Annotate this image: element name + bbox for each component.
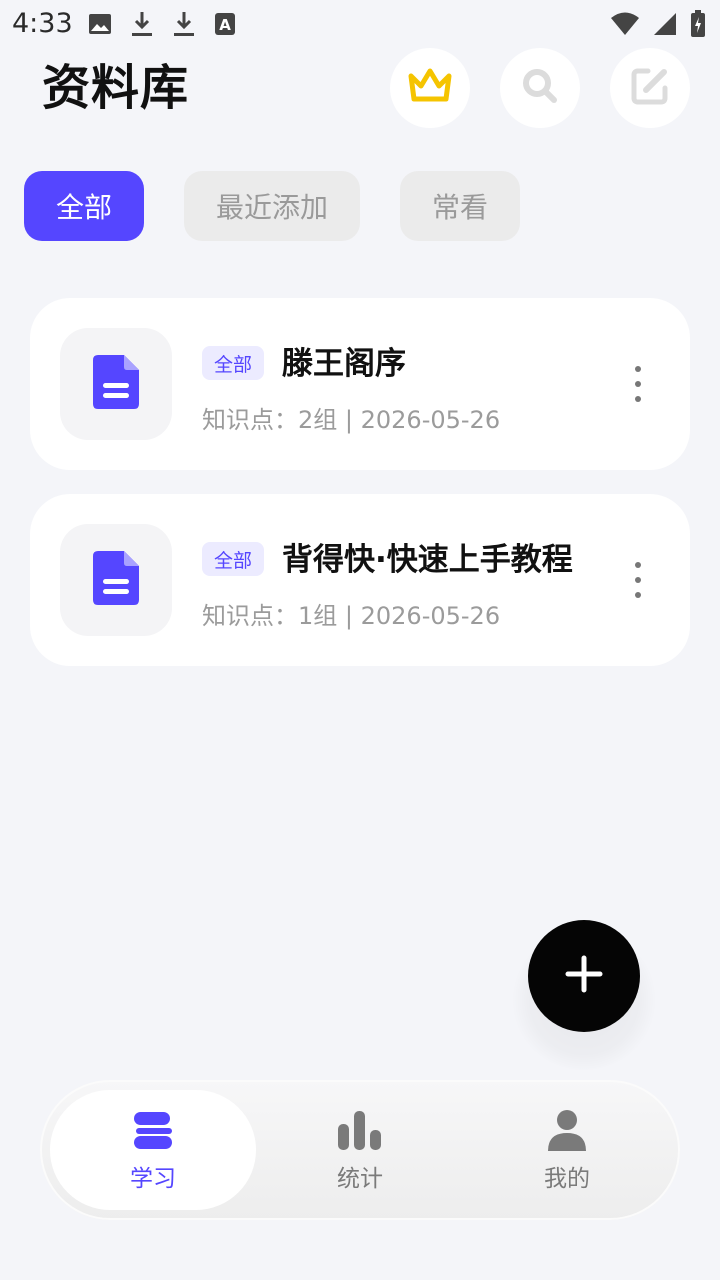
more-options-icon[interactable]	[634, 366, 642, 402]
search-icon	[520, 66, 560, 110]
plus-icon	[565, 955, 603, 997]
download-icon	[130, 10, 154, 42]
filter-frequent[interactable]: 常看	[400, 171, 520, 241]
tab-stats[interactable]: 统计	[257, 1090, 463, 1210]
document-title: 背得快·快速上手教程	[282, 542, 573, 578]
document-thumbnail	[60, 328, 172, 440]
document-icon	[93, 355, 139, 413]
crown-icon	[407, 66, 453, 110]
filter-recent[interactable]: 最近添加	[184, 171, 360, 241]
document-meta: 知识点：2组 | 2026-05-26	[202, 406, 501, 434]
more-options-icon[interactable]	[634, 562, 642, 598]
edit-icon	[630, 66, 670, 110]
tab-label: 统计	[337, 1166, 383, 1192]
download-icon	[172, 10, 196, 42]
add-button[interactable]	[528, 920, 640, 1032]
document-title: 滕王阁序	[282, 346, 406, 382]
filter-all[interactable]: 全部	[24, 171, 144, 241]
svg-text:A: A	[219, 16, 231, 34]
tab-label: 学习	[130, 1166, 176, 1192]
tab-label: 我的	[544, 1166, 590, 1192]
category-tag: 全部	[202, 346, 265, 380]
study-icon	[132, 1107, 174, 1153]
search-button[interactable]	[500, 48, 580, 128]
wifi-icon	[610, 11, 640, 41]
vip-button[interactable]	[390, 48, 470, 128]
status-time: 4:33	[12, 8, 73, 39]
battery-icon	[690, 10, 706, 42]
signal-icon	[652, 11, 678, 41]
document-thumbnail	[60, 524, 172, 636]
document-icon	[93, 551, 139, 609]
bar-chart-icon	[337, 1107, 383, 1153]
a-badge-icon: A	[214, 12, 236, 40]
bottom-tab-bar: 学习 统计 我的	[40, 1080, 680, 1220]
edit-button[interactable]	[610, 48, 690, 128]
status-bar: 4:33 A	[0, 0, 720, 48]
tab-study[interactable]: 学习	[50, 1090, 256, 1210]
image-icon	[88, 12, 112, 40]
document-card[interactable]: 全部 背得快·快速上手教程 知识点：1组 | 2026-05-26	[30, 494, 690, 666]
page-title: 资料库	[42, 60, 190, 116]
tab-profile[interactable]: 我的	[464, 1090, 670, 1210]
user-icon	[547, 1107, 587, 1153]
document-meta: 知识点：1组 | 2026-05-26	[202, 602, 501, 630]
category-tag: 全部	[202, 542, 265, 576]
document-card[interactable]: 全部 滕王阁序 知识点：2组 | 2026-05-26	[30, 298, 690, 470]
